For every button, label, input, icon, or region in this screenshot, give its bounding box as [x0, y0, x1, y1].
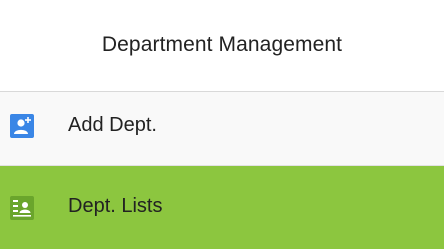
menu-item-add-dept[interactable]: Add Dept. [0, 92, 444, 166]
add-department-icon [10, 114, 34, 138]
menu-item-label: Dept. Lists [68, 195, 163, 217]
page-title: Department Management [101, 32, 343, 56]
menu-item-dept-lists[interactable]: Dept. Lists [0, 166, 444, 249]
menu-item-label: Add Dept. [68, 114, 157, 136]
header: Department Management [0, 0, 444, 92]
department-management-screen: Department Management Add Dept. Dept. Li… [0, 0, 444, 249]
department-list-icon [10, 196, 34, 220]
